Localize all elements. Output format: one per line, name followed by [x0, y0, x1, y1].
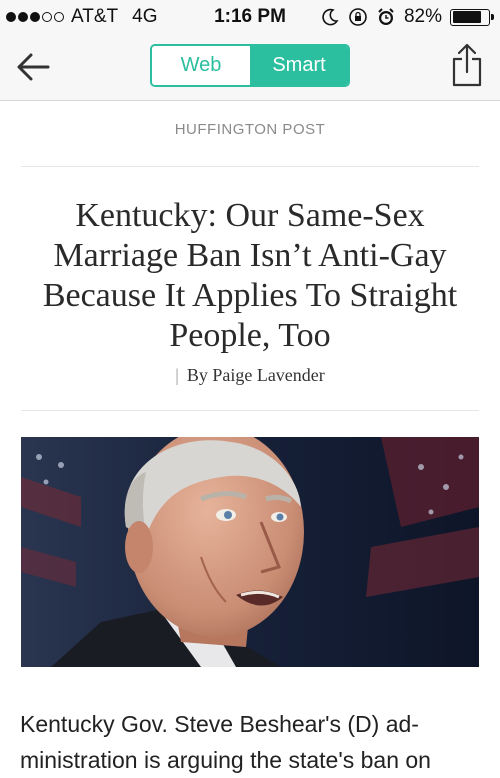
headline-line: Because It Applies To Straight [42, 277, 458, 314]
divider [21, 166, 479, 167]
divider [21, 410, 479, 411]
byline-author: By Paige Lavender [186, 365, 325, 385]
battery-icon [450, 8, 494, 26]
article-headline: Kentucky: Our Same-Sex Marriage Ban Isn’… [20, 196, 480, 356]
headline-line: People, Too [169, 317, 331, 354]
body-line: Kentucky Gov. Steve Beshear's (D) ad- [20, 711, 419, 737]
alarm-icon [378, 8, 394, 25]
tab-web[interactable]: Web [152, 46, 250, 85]
headline-line: Kentucky: Our Same-Sex [75, 197, 425, 234]
status-bar: AT&T 4G 1:16 PM 82% [0, 0, 500, 34]
byline-separator: | [175, 365, 179, 385]
portrait-image [21, 437, 479, 667]
body-line: ministration is arguing the state's ban … [20, 747, 431, 773]
tab-smart[interactable]: Smart [250, 46, 348, 85]
status-right: 82% [320, 6, 494, 28]
battery-percent: 82% [403, 6, 442, 27]
back-arrow-icon[interactable] [14, 50, 54, 84]
nav-bar: Web Smart [0, 34, 500, 101]
article-byline: | By Paige Lavender [0, 365, 500, 386]
article-photo [21, 437, 479, 667]
share-icon[interactable] [450, 42, 484, 88]
moon-icon [322, 8, 339, 26]
headline-line: Marriage Ban Isn’t Anti-Gay [53, 237, 447, 274]
view-mode-toggle: Web Smart [150, 44, 350, 87]
battery-level [452, 11, 482, 23]
article-body: Kentucky Gov. Steve Beshear's (D) ad- mi… [20, 706, 490, 778]
article-source: HUFFINGTON POST [174, 121, 326, 138]
rotation-lock-icon [349, 8, 367, 26]
